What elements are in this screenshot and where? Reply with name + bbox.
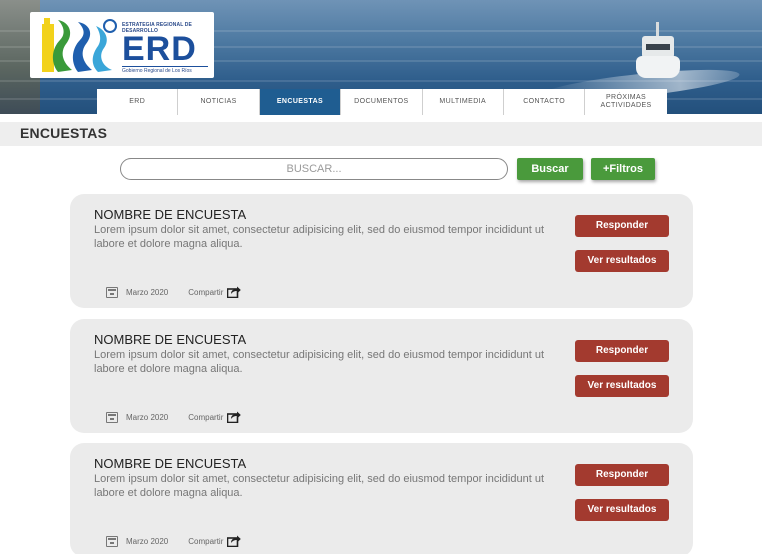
- survey-name: NOMBRE DE ENCUESTA: [94, 207, 247, 222]
- logo-subtitle: Gobierno Regional de Los Ríos: [122, 68, 192, 74]
- search-button[interactable]: Buscar: [517, 158, 583, 180]
- page-title-bar: ENCUESTAS: [0, 122, 762, 146]
- calendar-icon: [106, 535, 118, 547]
- survey-date: Marzo 2020: [126, 412, 169, 422]
- respond-button[interactable]: Responder: [575, 215, 669, 237]
- view-results-button[interactable]: Ver resultados: [575, 499, 669, 521]
- nav-item-erd[interactable]: ERD: [97, 89, 179, 115]
- survey-card: NOMBRE DE ENCUESTA Lorem ipsum dolor sit…: [70, 194, 693, 308]
- filters-button[interactable]: +Filtros: [591, 158, 655, 180]
- nav-item-proximas-actividades[interactable]: PRÓXIMAS ACTIVIDADES: [585, 89, 667, 115]
- survey-card: NOMBRE DE ENCUESTA Lorem ipsum dolor sit…: [70, 443, 693, 554]
- page-title: ENCUESTAS: [20, 125, 108, 141]
- logo-rule: [122, 66, 208, 67]
- nav-item-documentos[interactable]: DOCUMENTOS: [341, 89, 423, 115]
- share-arrow-icon[interactable]: [227, 286, 242, 298]
- search-input[interactable]: [120, 158, 508, 180]
- survey-meta: Marzo 2020 Compartir: [106, 535, 242, 547]
- nav-item-multimedia[interactable]: MULTIMEDIA: [422, 89, 504, 115]
- main-nav: ERD NOTICIAS ENCUESTAS DOCUMENTOS MULTIM…: [97, 89, 667, 115]
- share-label[interactable]: Compartir: [188, 537, 223, 546]
- survey-card: NOMBRE DE ENCUESTA Lorem ipsum dolor sit…: [70, 319, 693, 433]
- nav-item-noticias[interactable]: NOTICIAS: [178, 89, 260, 115]
- survey-date: Marzo 2020: [126, 287, 169, 297]
- survey-name: NOMBRE DE ENCUESTA: [94, 332, 247, 347]
- calendar-icon: [106, 411, 118, 423]
- respond-button[interactable]: Responder: [575, 464, 669, 486]
- nav-item-encuestas[interactable]: ENCUESTAS: [259, 89, 342, 115]
- share-label[interactable]: Compartir: [188, 413, 223, 422]
- survey-name: NOMBRE DE ENCUESTA: [94, 456, 247, 471]
- logo-emblem-icon: [42, 18, 117, 72]
- respond-button[interactable]: Responder: [575, 340, 669, 362]
- survey-meta: Marzo 2020 Compartir: [106, 411, 242, 423]
- share-arrow-icon[interactable]: [227, 535, 242, 547]
- view-results-button[interactable]: Ver resultados: [575, 375, 669, 397]
- survey-date: Marzo 2020: [126, 536, 169, 546]
- site-logo[interactable]: ESTRATEGIA REGIONAL DE DESARROLLO ERD Go…: [30, 12, 214, 78]
- survey-description: Lorem ipsum dolor sit amet, consectetur …: [94, 224, 545, 250]
- share-label[interactable]: Compartir: [188, 288, 223, 297]
- survey-description: Lorem ipsum dolor sit amet, consectetur …: [94, 473, 545, 499]
- calendar-icon: [106, 286, 118, 298]
- boat-image: [636, 22, 680, 78]
- view-results-button[interactable]: Ver resultados: [575, 250, 669, 272]
- nav-item-contacto[interactable]: CONTACTO: [503, 89, 586, 115]
- logo-brand: ERD: [122, 30, 197, 68]
- survey-meta: Marzo 2020 Compartir: [106, 286, 242, 298]
- survey-description: Lorem ipsum dolor sit amet, consectetur …: [94, 349, 545, 375]
- share-arrow-icon[interactable]: [227, 411, 242, 423]
